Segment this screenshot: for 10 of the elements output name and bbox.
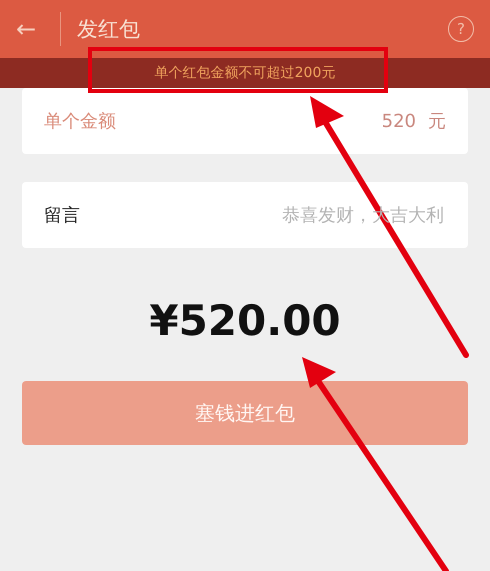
back-button[interactable]: ← (16, 15, 50, 43)
page-title: 发红包 (77, 16, 141, 43)
help-button[interactable]: ? (448, 16, 474, 42)
amount-input[interactable]: 520 (116, 110, 418, 132)
unit-label: 元 (428, 110, 446, 133)
warning-banner: 单个红包金额不可超过200元 (0, 58, 490, 88)
total-amount: ¥520.00 (148, 296, 342, 345)
field-label: 单个金额 (44, 110, 116, 133)
field-label: 留言 (44, 204, 80, 227)
amount-field[interactable]: 单个金额 520 元 (22, 88, 468, 154)
